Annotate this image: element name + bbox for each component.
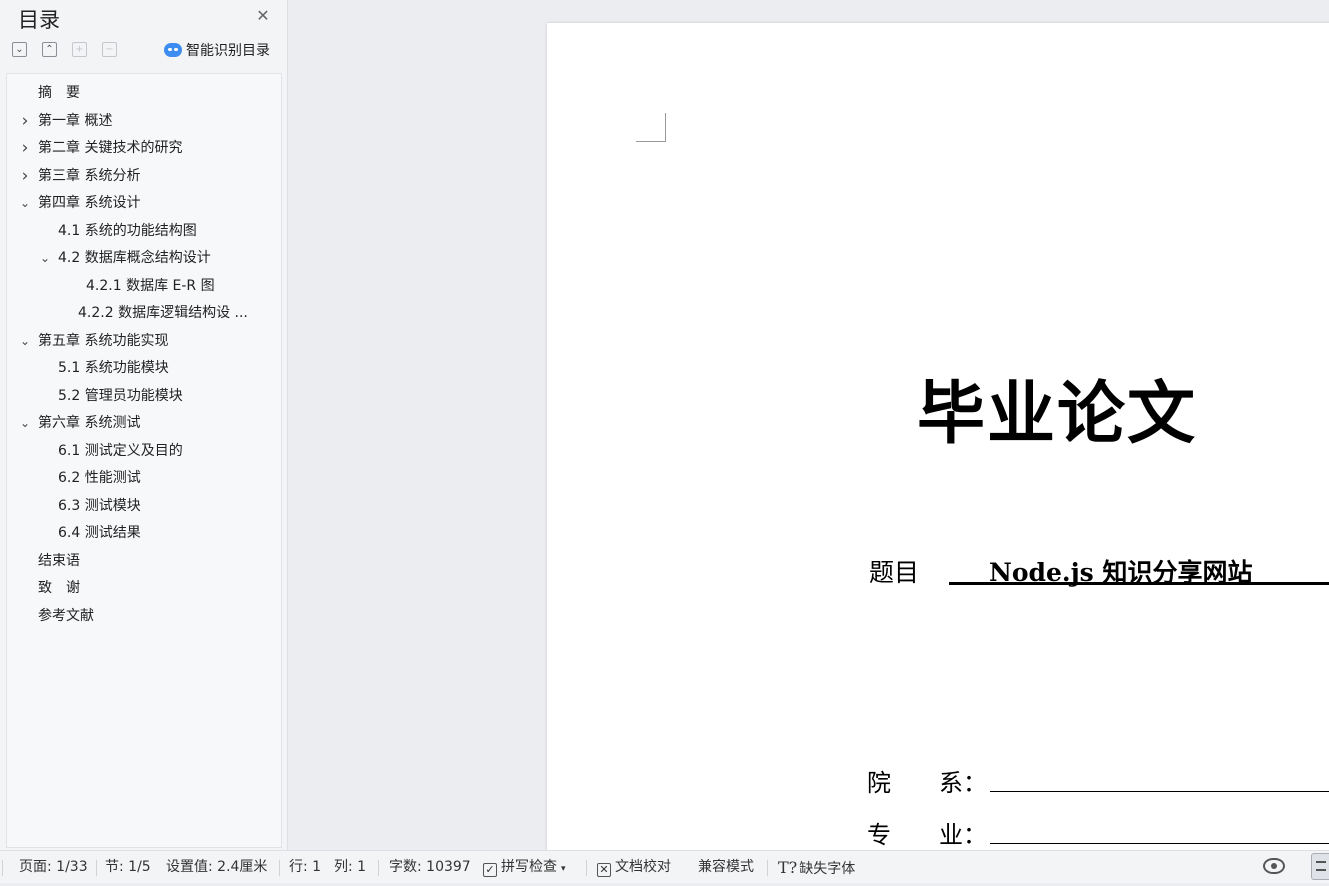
minus-icon: − bbox=[105, 44, 114, 55]
plus-icon: + bbox=[75, 44, 84, 55]
status-bar: 页面: 1/33 节: 1/5 设置值: 2.4厘米 行: 1 列: 1 字数:… bbox=[0, 850, 1329, 883]
robot-icon bbox=[164, 43, 182, 57]
department-underline bbox=[990, 791, 1329, 792]
eye-icon[interactable] bbox=[1263, 858, 1285, 874]
toc-item[interactable]: 第四章 系统设计 bbox=[38, 192, 140, 214]
toc-item[interactable]: 4.2 数据库概念结构设计 bbox=[58, 247, 211, 269]
toc-item[interactable]: 5.2 管理员功能模块 bbox=[58, 385, 183, 407]
chevron-up-icon: ⌃ bbox=[45, 44, 54, 55]
smart-toc-label: 智能识别目录 bbox=[186, 43, 270, 59]
toc-item[interactable]: 4.1 系统的功能结构图 bbox=[58, 220, 197, 242]
expand-all-button[interactable]: ⌄ bbox=[12, 42, 27, 57]
toc-item[interactable]: 参考文献 bbox=[38, 605, 94, 627]
divider bbox=[767, 860, 768, 876]
collapse-all-button[interactable]: ⌃ bbox=[42, 42, 57, 57]
divider bbox=[2, 860, 3, 876]
chevron-down-icon: ⌄ bbox=[15, 44, 24, 55]
row-indicator[interactable]: 行: 1 bbox=[289, 851, 321, 884]
smart-toc-button[interactable]: 智能识别目录 bbox=[164, 40, 270, 60]
dropdown-arrow-icon: ▾ bbox=[561, 864, 566, 874]
subject-value[interactable]: Node.js 知识分享网站 bbox=[989, 553, 1252, 589]
toc-item[interactable]: 第二章 关键技术的研究 bbox=[38, 137, 182, 159]
divider bbox=[378, 860, 379, 876]
proofread-icon: ✕ bbox=[597, 863, 611, 877]
add-level-button[interactable]: + bbox=[72, 42, 87, 57]
spell-check-button[interactable]: ✓ 拼写检查 ▾ bbox=[483, 851, 566, 884]
toc-item[interactable]: 第一章 概述 bbox=[38, 110, 112, 132]
close-icon[interactable]: ✕ bbox=[255, 8, 271, 24]
chevron-down-icon[interactable]: ⌄ bbox=[18, 330, 32, 352]
word-count[interactable]: 字数: 10397 bbox=[389, 851, 471, 884]
toc-item[interactable]: 摘 要 bbox=[38, 82, 80, 104]
toc-item[interactable]: 致 谢 bbox=[38, 577, 80, 599]
font-question-icon: T? bbox=[778, 858, 798, 877]
page-view-icon[interactable] bbox=[1311, 853, 1329, 880]
chevron-right-icon[interactable]: › bbox=[18, 165, 32, 187]
doc-proof-button[interactable]: ✕ 文档校对 bbox=[597, 851, 671, 884]
divider bbox=[96, 860, 97, 876]
toc-item[interactable]: 6.4 测试结果 bbox=[58, 522, 141, 544]
page-indicator[interactable]: 页面: 1/33 bbox=[19, 851, 88, 884]
section-indicator[interactable]: 节: 1/5 bbox=[105, 851, 151, 884]
chevron-right-icon[interactable]: › bbox=[18, 137, 32, 159]
check-icon: ✓ bbox=[483, 863, 497, 877]
divider bbox=[279, 860, 280, 876]
toc-item[interactable]: 5.1 系统功能模块 bbox=[58, 357, 169, 379]
toc-sidebar: 目录 ✕ ⌄ ⌃ + − 智能识别目录 摘 要 › 第一章 概述 › 第二章 关键技术… bbox=[0, 0, 288, 850]
chevron-right-icon[interactable]: › bbox=[18, 110, 32, 132]
major-underline bbox=[990, 843, 1329, 844]
remove-level-button[interactable]: − bbox=[102, 42, 117, 57]
toc-item[interactable]: 第五章 系统功能实现 bbox=[38, 330, 168, 352]
document-page[interactable]: 毕业论文 题目 Node.js 知识分享网站 院 系： 专 业： bbox=[547, 23, 1329, 863]
major-label[interactable]: 专 业： bbox=[867, 815, 987, 850]
subject-label[interactable]: 题目 bbox=[869, 553, 919, 589]
chevron-down-icon[interactable]: ⌄ bbox=[38, 247, 52, 269]
document-title[interactable]: 毕业论文 bbox=[917, 358, 1197, 457]
toc-item[interactable]: 6.3 测试模块 bbox=[58, 495, 141, 517]
toc-item[interactable]: 6.1 测试定义及目的 bbox=[58, 440, 183, 462]
divider bbox=[586, 860, 587, 876]
chevron-down-icon[interactable]: ⌄ bbox=[18, 412, 32, 434]
missing-font-label: 缺失字体 bbox=[799, 861, 856, 877]
column-indicator[interactable]: 列: 1 bbox=[334, 851, 366, 884]
doc-proof-label: 文档校对 bbox=[615, 859, 671, 875]
margin-corner-mark bbox=[636, 113, 666, 142]
toc-item[interactable]: 4.2.2 数据库逻辑结构设 ... bbox=[78, 302, 248, 324]
compat-mode-button[interactable]: 兼容模式 bbox=[698, 851, 754, 884]
toc-item[interactable]: 4.2.1 数据库 E-R 图 bbox=[86, 275, 215, 297]
chevron-down-icon[interactable]: ⌄ bbox=[18, 192, 32, 214]
setting-indicator[interactable]: 设置值: 2.4厘米 bbox=[166, 851, 267, 884]
toc-item[interactable]: 第三章 系统分析 bbox=[38, 165, 140, 187]
toc-item[interactable]: 第六章 系统测试 bbox=[38, 412, 140, 434]
department-label[interactable]: 院 系： bbox=[867, 763, 987, 798]
toc-item[interactable]: 结束语 bbox=[38, 550, 80, 572]
toc-item[interactable]: 6.2 性能测试 bbox=[58, 467, 141, 489]
missing-font-button[interactable]: T? 缺失字体 bbox=[778, 851, 855, 884]
sidebar-title: 目录 bbox=[18, 8, 60, 32]
spell-check-label: 拼写检查 bbox=[501, 859, 557, 875]
